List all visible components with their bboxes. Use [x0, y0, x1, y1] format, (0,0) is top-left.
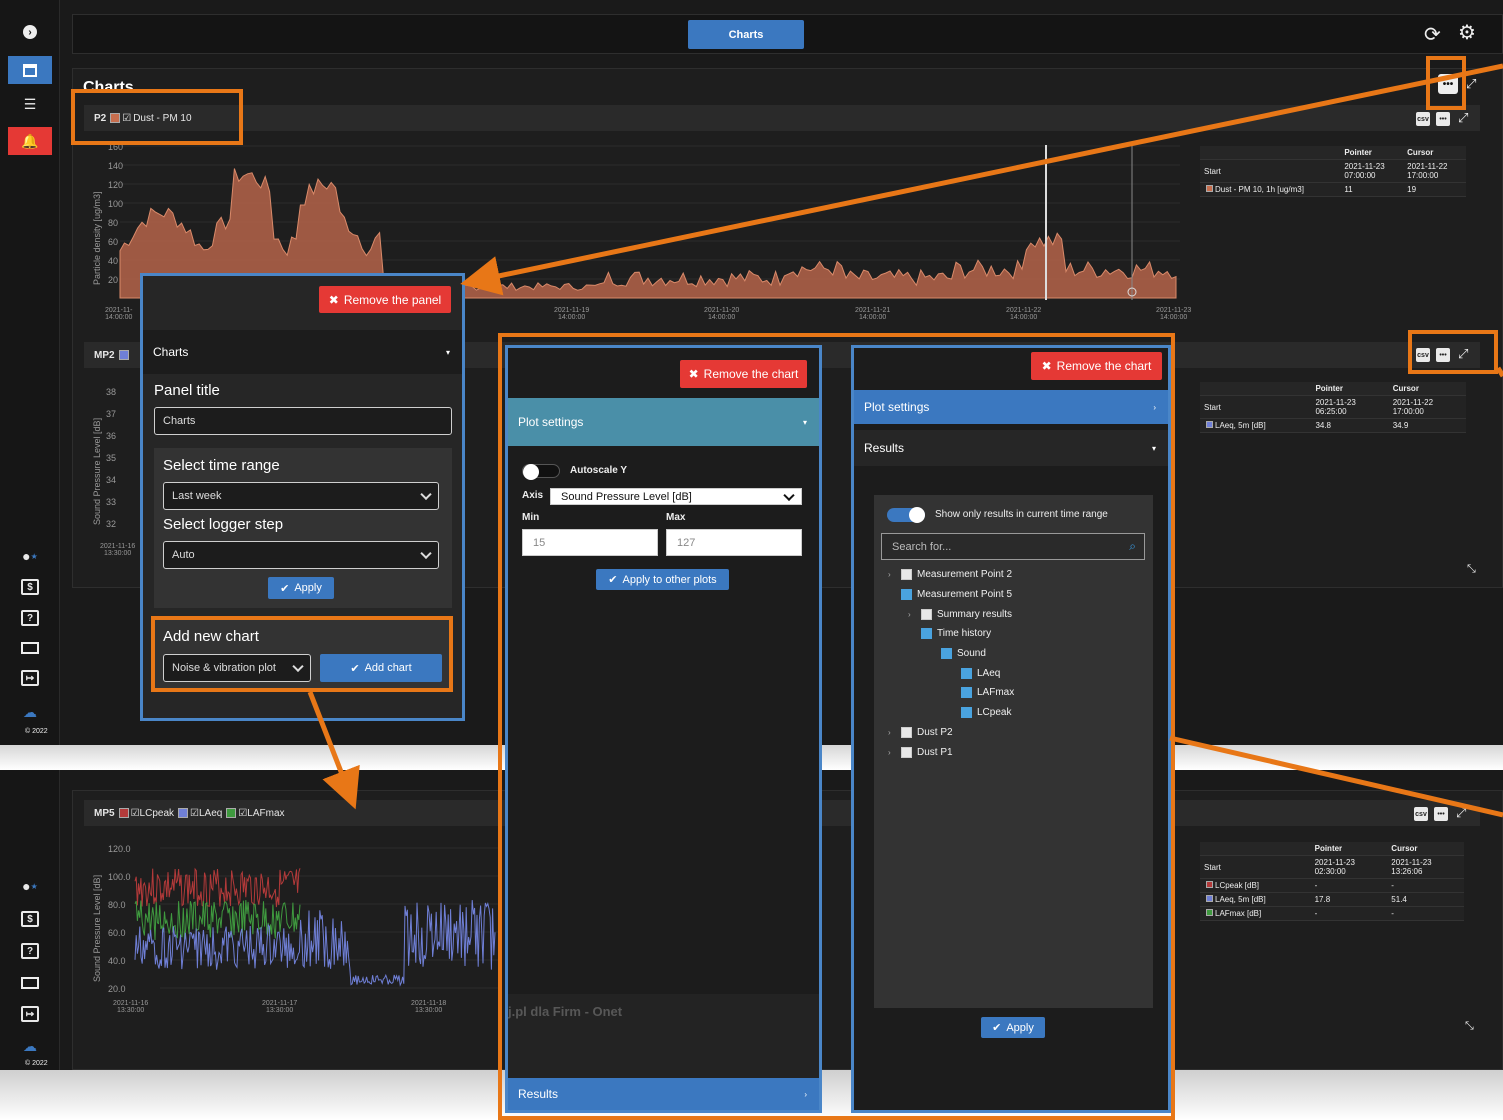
annotation-arrows — [307, 63, 1503, 818]
